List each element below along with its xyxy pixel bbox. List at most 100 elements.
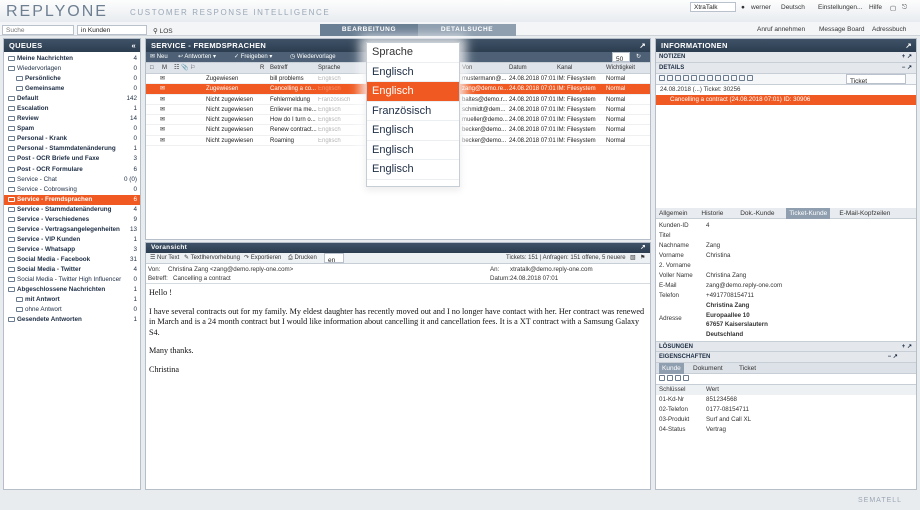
flag-icon[interactable]: ⚑ <box>640 253 645 264</box>
tree-ticket[interactable]: 24.08.2018 (...) Ticket: 30256 <box>656 85 916 95</box>
queue-item[interactable]: Service - VIP Kunden 1 <box>4 235 140 245</box>
queue-item[interactable]: Gesendete Antworten 1 <box>4 315 140 325</box>
call-accept-link[interactable]: Anruf annehmen <box>757 26 805 33</box>
solutions-add-icon[interactable]: + ↗ <box>902 342 912 353</box>
reply-button[interactable]: ↩ Antworten ▾ <box>178 52 216 63</box>
queue-item[interactable]: Social Media - Twitter 4 <box>4 265 140 275</box>
search-go-button[interactable]: ⚲ LOS <box>153 27 173 35</box>
queue-item[interactable]: Service - Stammdatenänderung 4 <box>4 205 140 215</box>
tab-ticket-kunde[interactable]: Ticket-Kunde <box>786 208 831 219</box>
collapse-icon[interactable]: « <box>132 39 136 52</box>
language-option[interactable]: Englisch <box>367 82 459 102</box>
tab-detailsuche[interactable]: DETAILSUCHE <box>418 24 516 36</box>
tab-historie[interactable]: Historie <box>701 208 723 219</box>
prop-tab-kunde[interactable]: Kunde <box>659 363 684 374</box>
col-datum[interactable]: Datum <box>509 63 527 74</box>
export-button[interactable]: ↷ Exportieren <box>244 253 281 264</box>
ticket-select[interactable]: Ticket <box>846 74 906 85</box>
queue-item[interactable]: Service - Vertragsangelegenheiten 13 <box>4 225 140 235</box>
queue-item[interactable]: Service - Chat 0 (0) <box>4 175 140 185</box>
select-all-checkbox[interactable]: □ <box>150 63 154 74</box>
queue-item[interactable]: Post - OCR Briefe und Faxe 3 <box>4 154 140 164</box>
details-collapse-icon[interactable]: − ↗ <box>902 63 912 74</box>
expand-icon[interactable]: ↗ <box>639 39 646 52</box>
queue-item[interactable]: Social Media - Twitter High Influencer 0 <box>4 275 140 285</box>
queue-item[interactable]: Spam 0 <box>4 124 140 134</box>
preview-language-select[interactable]: en <box>324 253 344 264</box>
highlight-button[interactable]: ✎ Textlhervorhebung <box>184 253 240 264</box>
queue-item[interactable]: Personal - Stammdatenänderung 1 <box>4 144 140 154</box>
tab-dok-kunde[interactable]: Dok.-Kunde <box>740 208 774 219</box>
queue-item[interactable]: Social Media - Facebook 31 <box>4 255 140 265</box>
preview-expand-icon[interactable]: ↗ <box>640 243 646 253</box>
queues-panel: QUEUES « Meine Nachrichten 4 Wiedervorlagen… <box>3 38 141 490</box>
queue-count: 1 <box>133 296 137 304</box>
refresh-icon[interactable]: ↻ <box>636 52 641 63</box>
layout-icon[interactable]: ▢ <box>890 4 896 12</box>
print-button[interactable]: ⎙ Drucken <box>288 253 317 264</box>
user-name[interactable]: werner <box>751 4 771 11</box>
queue-item[interactable]: mit Antwort 1 <box>4 295 140 305</box>
props-collapse-icon[interactable]: − ↗ <box>888 352 898 363</box>
properties-section[interactable]: EIGENSCHAFTEN − ↗ <box>656 352 916 363</box>
help-menu[interactable]: Hilfe <box>869 4 882 11</box>
queue-item[interactable]: Review 14 <box>4 114 140 124</box>
attach-icon[interactable]: ▧ <box>630 253 636 264</box>
queue-item[interactable]: Service - Verschiedenes 9 <box>4 215 140 225</box>
language-menu[interactable]: Deutsch <box>781 4 805 11</box>
queue-item[interactable]: Gemeinsame 0 <box>4 84 140 94</box>
property-tool-icons[interactable] <box>658 375 690 382</box>
col-sprache[interactable]: Sprache <box>318 63 340 74</box>
queue-item[interactable]: Persönliche 0 <box>4 74 140 84</box>
message-board-link[interactable]: Message Board <box>819 26 865 33</box>
queue-item[interactable]: Default 142 <box>4 94 140 104</box>
app-tagline: CUSTOMER RESPONSE INTELLIGENCE <box>130 8 331 17</box>
address-book-link[interactable]: Adressbuch <box>872 26 906 33</box>
details-tool-icons[interactable] <box>658 74 754 85</box>
details-section[interactable]: DETAILS − ↗ <box>656 63 916 74</box>
queue-item[interactable]: Service - Whatsapp 3 <box>4 245 140 255</box>
app-select[interactable]: XtraTalk <box>690 2 736 12</box>
queue-item[interactable]: Wiedervorlagen 0 <box>4 64 140 74</box>
queue-item[interactable]: Service - Fremdsprachen 6 <box>4 194 140 205</box>
col-kanal[interactable]: Kanal <box>557 63 572 74</box>
new-button[interactable]: ✉ Neu <box>150 52 168 63</box>
col-betreff[interactable]: Betreff <box>270 63 288 74</box>
queue-item[interactable]: Post - OCR Formulare 6 <box>4 165 140 175</box>
info-expand-icon[interactable]: ↗ <box>905 39 912 52</box>
language-option[interactable]: Englisch <box>367 63 459 82</box>
tab-allgemein[interactable]: Allgemein <box>659 208 688 219</box>
prop-tab-ticket[interactable]: Ticket <box>739 363 756 374</box>
settings-menu[interactable]: Einstellungen... <box>818 4 862 11</box>
release-button[interactable]: ✓ Freigeben ▾ <box>234 52 272 63</box>
queue-item[interactable]: ohne Antwort 0 <box>4 305 140 315</box>
tree-document[interactable]: Cancelling a contract (24.08.2018 07:01)… <box>656 95 916 105</box>
language-option[interactable]: Englisch <box>367 160 459 180</box>
notes-add-icon[interactable]: + ↗ <box>902 52 912 63</box>
queue-item[interactable]: Service - Cobrowsing 0 <box>4 185 140 195</box>
search-scope-select[interactable]: in Kunden <box>77 25 147 35</box>
language-dropdown[interactable]: Sprache Englisch Englisch Französisch Engli… <box>366 42 460 187</box>
notes-section[interactable]: NOTIZEN + ↗ <box>656 52 916 63</box>
ticket-lang: Französisch <box>318 96 351 103</box>
solutions-section[interactable]: LÖSUNGEN + ↗ <box>656 341 916 352</box>
language-option[interactable]: Englisch <box>367 121 459 141</box>
queue-item[interactable]: Escalation 1 <box>4 104 140 114</box>
prop-tab-dokument[interactable]: Dokument <box>693 363 723 374</box>
page-size-select[interactable]: 50 <box>612 52 630 63</box>
queue-item[interactable]: Meine Nachrichten 4 <box>4 54 140 64</box>
followup-button[interactable]: ◷ Wiedervorlage <box>290 52 336 63</box>
language-option[interactable]: Französisch <box>367 102 459 121</box>
col-r[interactable]: R <box>260 63 264 74</box>
queue-item[interactable]: Personal - Krank 0 <box>4 134 140 144</box>
plain-text-button[interactable]: ☰ Nur Text <box>150 253 179 264</box>
language-option[interactable]: Englisch <box>367 141 459 160</box>
queue-item[interactable]: Abgeschlossene Nachrichten 1 <box>4 285 140 295</box>
col-wichtigkeit[interactable]: Wichtigkeit <box>606 63 635 74</box>
search-input[interactable] <box>2 25 74 35</box>
logout-icon[interactable]: ⎋ <box>902 4 907 12</box>
tab-e-mail-kopfzeilen[interactable]: E-Mail-Kopfzeilen <box>839 208 890 219</box>
col-m[interactable]: M <box>162 63 167 74</box>
col-von[interactable]: Von <box>462 63 472 74</box>
tab-bearbeitung[interactable]: BEARBEITUNG <box>320 24 418 36</box>
